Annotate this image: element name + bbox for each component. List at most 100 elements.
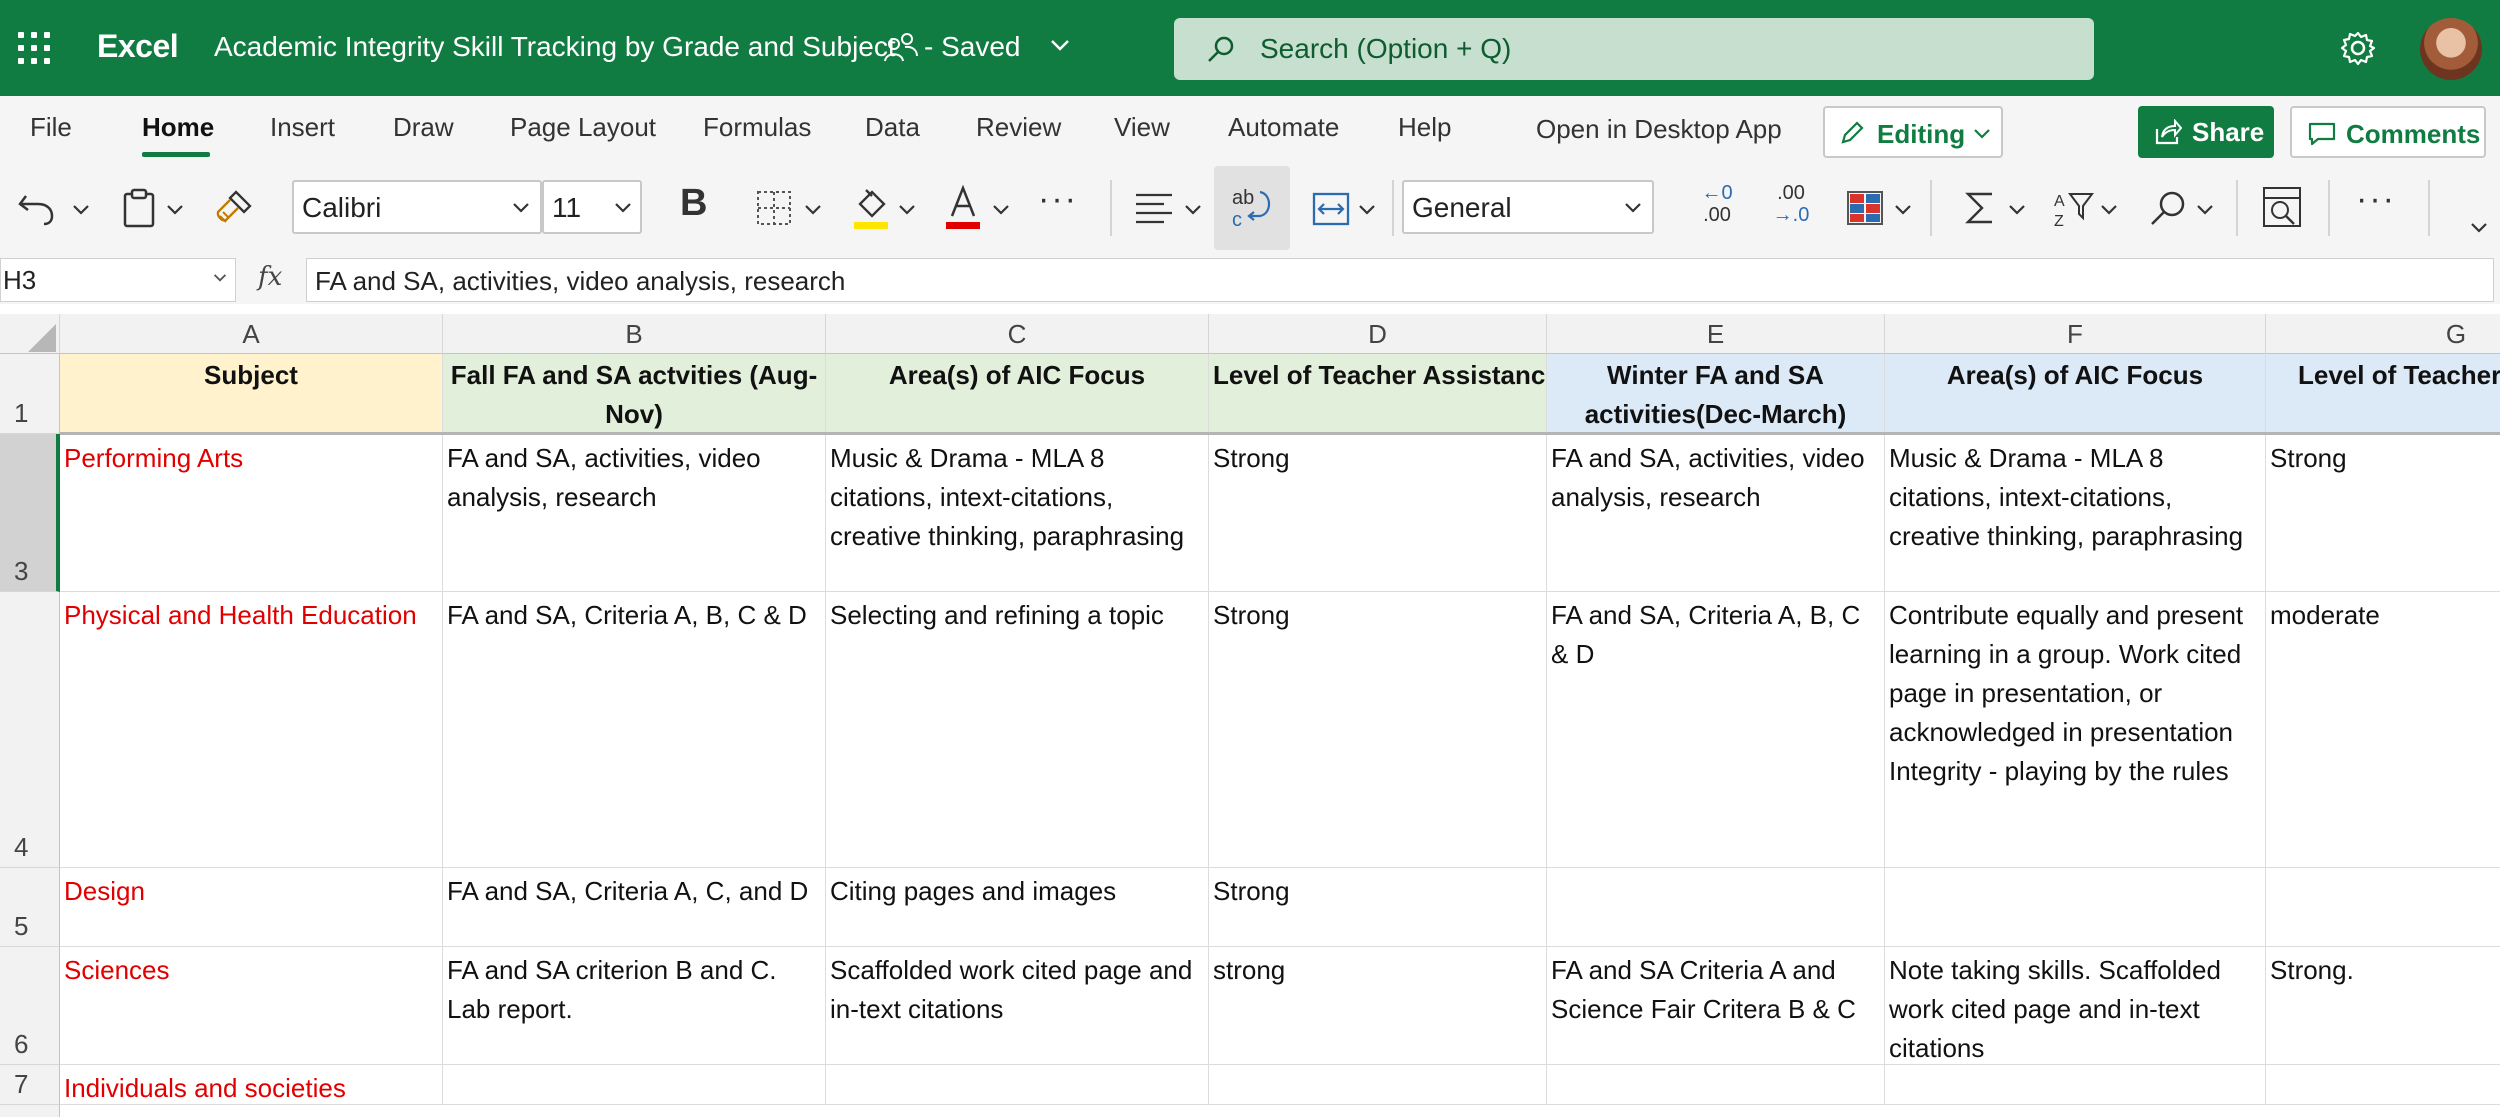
chevron-down-icon[interactable]	[804, 204, 822, 216]
cell-subject[interactable]: Physical and Health Education	[60, 592, 443, 868]
chevron-down-icon[interactable]	[2008, 204, 2026, 216]
undo-icon[interactable]	[16, 190, 56, 226]
analyze-data-icon[interactable]	[2262, 186, 2302, 228]
comments-button[interactable]: Comments	[2290, 106, 2486, 158]
cell-winter-teacher-assistance[interactable]: Strong	[2266, 435, 2500, 592]
row-header-8[interactable]	[0, 1105, 60, 1117]
cell-fall-teacher-assistance[interactable]	[1209, 1065, 1547, 1105]
cell-winter-teacher-assistance[interactable]	[2266, 1065, 2500, 1105]
shared-people-icon[interactable]	[884, 32, 918, 62]
tab-draw[interactable]: Draw	[393, 112, 454, 143]
chevron-down-icon[interactable]	[2196, 204, 2214, 216]
cell-winter-aic-focus[interactable]: Contribute equally and present learning …	[1885, 592, 2266, 868]
cell-winter-teacher-assistance[interactable]	[2266, 868, 2500, 947]
cell-winter-aic-focus[interactable]: Note taking skills. Scaffolded work cite…	[1885, 947, 2266, 1065]
tab-insert[interactable]: Insert	[270, 112, 335, 143]
cell-fall-activities[interactable]: FA and SA, activities, video analysis, r…	[443, 435, 826, 592]
tab-file[interactable]: File	[30, 112, 72, 143]
cell-winter-activities[interactable]: FA and SA, activities, video analysis, r…	[1547, 435, 1885, 592]
align-left-icon[interactable]	[1134, 192, 1174, 224]
tab-data[interactable]: Data	[865, 112, 920, 143]
conditional-formatting-icon[interactable]	[1846, 190, 1884, 226]
row-header-1[interactable]: 1	[0, 354, 60, 434]
cell-fall-aic-focus[interactable]: Scaffolded work cited page and in-text c…	[826, 947, 1209, 1065]
borders-icon[interactable]	[756, 190, 792, 226]
autosum-icon[interactable]	[1964, 190, 1996, 226]
cell-fall-aic-focus[interactable]: Citing pages and images	[826, 868, 1209, 947]
row-header-5[interactable]: 5	[0, 868, 60, 947]
tab-formulas[interactable]: Formulas	[703, 112, 811, 143]
cell-fall-teacher-assistance[interactable]: Strong	[1209, 592, 1547, 868]
gear-icon[interactable]	[2340, 30, 2376, 66]
font-name-select[interactable]: Calibri	[292, 180, 542, 234]
cell-winter-activities[interactable]	[1547, 1065, 1885, 1105]
bold-button[interactable]: B	[680, 182, 707, 225]
cell-winter-activities[interactable]: FA and SA Criteria A and Science Fair Cr…	[1547, 947, 1885, 1065]
cell-fall-aic-focus[interactable]: Music & Drama - MLA 8 citations, intext-…	[826, 435, 1209, 592]
chevron-down-icon[interactable]	[166, 204, 184, 216]
row-header-7[interactable]: 7	[0, 1065, 60, 1105]
tab-home[interactable]: Home	[142, 112, 214, 143]
share-button[interactable]: Share	[2138, 106, 2274, 158]
decrease-decimal-button[interactable]: ←0 .00	[1692, 182, 1742, 226]
chevron-down-icon[interactable]	[2100, 204, 2118, 216]
cell-fall-aic-focus[interactable]: Selecting and refining a topic	[826, 592, 1209, 868]
open-in-desktop-app-button[interactable]: Open in Desktop App	[1536, 114, 1782, 145]
row-header-6[interactable]: 6	[0, 947, 60, 1065]
cell-subject[interactable]: Individuals and societies	[60, 1065, 443, 1105]
editing-mode-button[interactable]: Editing	[1823, 106, 2003, 158]
insert-function-icon[interactable]: fx	[258, 262, 282, 292]
chevron-down-icon[interactable]	[1894, 204, 1912, 216]
cell-winter-activities[interactable]: FA and SA, Criteria A, B, C & D	[1547, 592, 1885, 868]
row-header-3[interactable]: 3	[0, 434, 60, 592]
chevron-down-icon[interactable]	[992, 204, 1010, 216]
cell-winter-aic-focus[interactable]: Music & Drama - MLA 8 citations, intext-…	[1885, 435, 2266, 592]
header-cell-fall-activities[interactable]: Fall FA and SA actvities (Aug-Nov)	[443, 354, 826, 434]
expand-ribbon-chevron-icon[interactable]	[2470, 222, 2488, 234]
header-cell-fall-teacher-assistance[interactable]: Level of Teacher Assistance	[1209, 354, 1547, 434]
cell-fall-activities[interactable]: FA and SA, Criteria A, B, C & D	[443, 592, 826, 868]
column-header-c[interactable]: C	[826, 314, 1209, 354]
tab-page-layout[interactable]: Page Layout	[510, 112, 656, 143]
merge-center-icon[interactable]	[1312, 192, 1350, 226]
name-box[interactable]: H3	[0, 258, 236, 302]
chevron-down-icon[interactable]	[1358, 204, 1376, 216]
fill-color-icon[interactable]	[852, 184, 890, 230]
cell-fall-activities[interactable]: FA and SA, Criteria A, C, and D	[443, 868, 826, 947]
tab-view[interactable]: View	[1114, 112, 1170, 143]
column-header-f[interactable]: F	[1885, 314, 2266, 354]
tab-automate[interactable]: Automate	[1228, 112, 1339, 143]
cell-fall-teacher-assistance[interactable]: strong	[1209, 947, 1547, 1065]
column-header-e[interactable]: E	[1547, 314, 1885, 354]
row-header-4[interactable]: 4	[0, 592, 60, 868]
cell-fall-aic-focus[interactable]	[826, 1065, 1209, 1105]
chevron-down-icon[interactable]	[1050, 38, 1070, 52]
tab-help[interactable]: Help	[1398, 112, 1451, 143]
find-icon[interactable]	[2148, 188, 2188, 228]
cell-winter-aic-focus[interactable]	[1885, 868, 2266, 947]
header-cell-fall-aic-focus[interactable]: Area(s) of AIC Focus	[826, 354, 1209, 434]
select-all-button[interactable]	[0, 314, 60, 354]
font-color-icon[interactable]	[944, 184, 982, 230]
header-cell-winter-activities[interactable]: Winter FA and SA activities(Dec-March)	[1547, 354, 1885, 434]
search-input[interactable]: Search (Option + Q)	[1174, 18, 2094, 80]
cell-winter-teacher-assistance[interactable]: Strong.	[2266, 947, 2500, 1065]
cell-winter-teacher-assistance[interactable]: moderate	[2266, 592, 2500, 868]
column-header-b[interactable]: B	[443, 314, 826, 354]
header-cell-subject[interactable]: Subject	[60, 354, 443, 434]
column-header-d[interactable]: D	[1209, 314, 1547, 354]
column-header-g[interactable]: G	[2266, 314, 2500, 354]
more-options-icon[interactable]: ···	[2356, 180, 2396, 219]
cell-fall-activities[interactable]: FA and SA criterion B and C. Lab report.	[443, 947, 826, 1065]
format-painter-icon[interactable]	[214, 188, 254, 226]
chevron-down-icon[interactable]	[72, 204, 90, 216]
cell-subject[interactable]: Sciences	[60, 947, 443, 1065]
cell-fall-activities[interactable]	[443, 1065, 826, 1105]
cell-winter-activities[interactable]	[1547, 868, 1885, 947]
avatar[interactable]	[2420, 18, 2482, 80]
header-cell-winter-teacher-assistance[interactable]: Level of Teacher Assistance	[2266, 354, 2500, 434]
sort-filter-icon[interactable]: A Z	[2054, 188, 2094, 228]
cell-winter-aic-focus[interactable]	[1885, 1065, 2266, 1105]
more-font-options-icon[interactable]: ···	[1038, 180, 1078, 219]
app-launcher-icon[interactable]	[18, 32, 50, 64]
